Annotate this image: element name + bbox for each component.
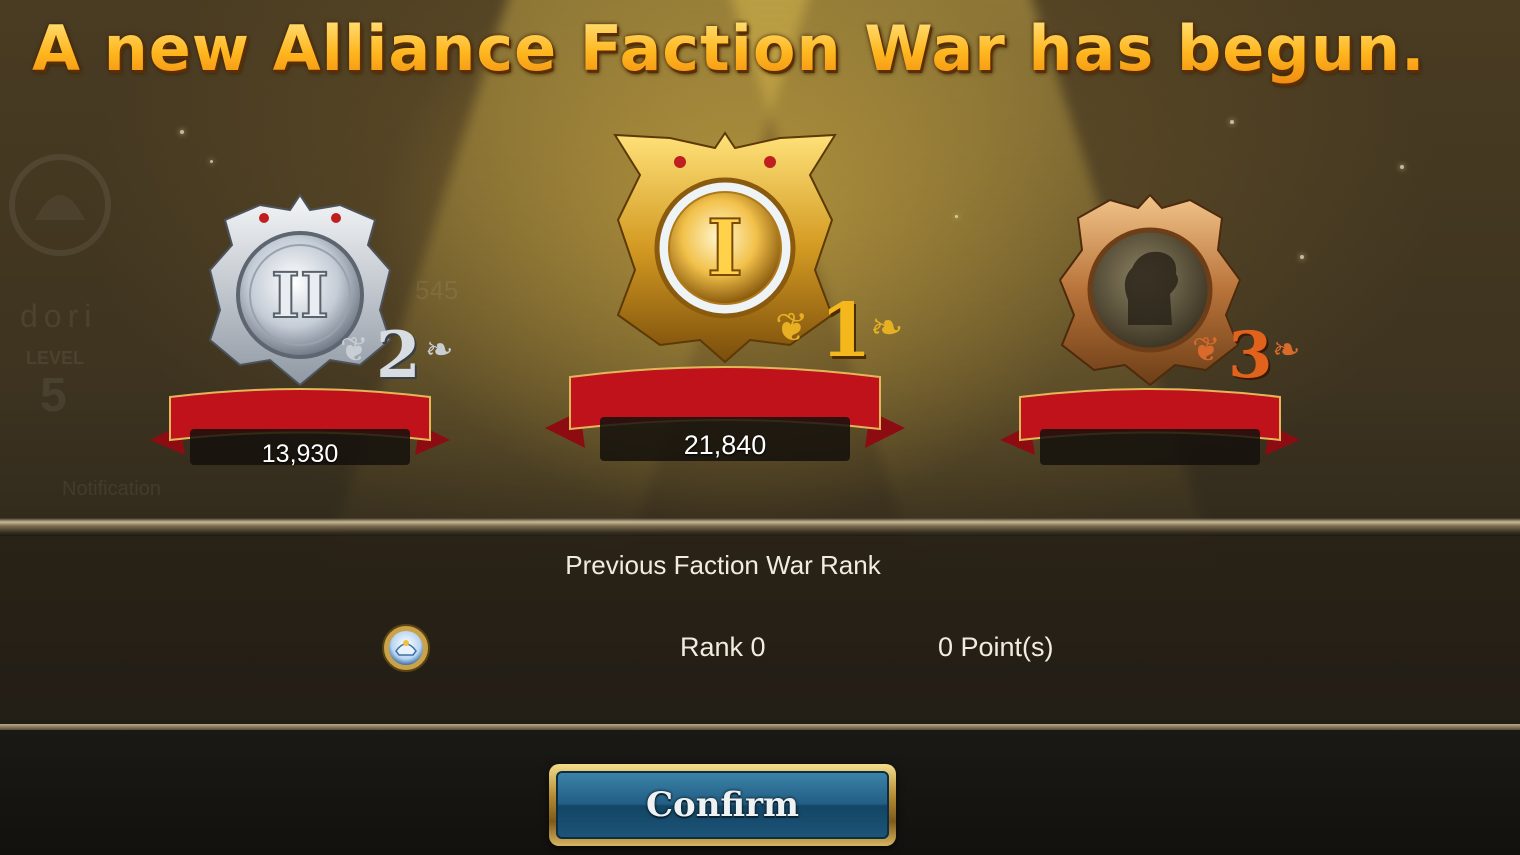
score-first-place: 21,840 xyxy=(683,430,767,460)
laurel-left-icon: ❦ xyxy=(340,330,369,370)
place-number-first: 1 xyxy=(820,288,872,374)
previous-rank-title: Previous Faction War Rank xyxy=(565,550,881,580)
previous-rank-value: Rank 0 xyxy=(680,632,766,662)
laurel-left-icon: ❦ xyxy=(1192,330,1221,370)
laurel-right-icon: ❧ xyxy=(1272,330,1301,370)
place-number-third: 3 xyxy=(1228,318,1273,393)
podium-third-place: ❦ 3 ❧ xyxy=(1000,190,1301,480)
ribbon-banner xyxy=(1000,388,1300,465)
score-second-place: 13,930 xyxy=(261,440,339,468)
laurel-right-icon: ❧ xyxy=(870,305,904,351)
laurel-left-icon: ❦ xyxy=(775,305,809,351)
confirm-button-face[interactable]: Confirm xyxy=(556,771,889,839)
background-level-value: 5 xyxy=(40,369,67,422)
sparkle xyxy=(1230,120,1234,124)
podium-second-place: II ❦ 2 ❧ 13,930 xyxy=(150,190,454,480)
sparkle xyxy=(210,160,213,163)
sparkle xyxy=(1300,255,1304,259)
silver-medal-icon: II xyxy=(208,193,392,387)
confirm-button-label: Confirm xyxy=(645,785,800,825)
sparkle xyxy=(1400,165,1404,169)
podium-first-place: I ❦ 1 ❧ 21,840 xyxy=(545,130,905,470)
background-emblem-icon xyxy=(9,154,111,256)
headline: A new Alliance Faction War has begun. xyxy=(32,12,1426,85)
faction-war-popup: dori LEVEL 5 545 Notification A new Alli… xyxy=(0,0,1520,855)
sparkle xyxy=(955,215,958,218)
section-divider xyxy=(0,518,1520,536)
alliance-crest-icon xyxy=(382,624,430,672)
background-level-label: LEVEL xyxy=(26,348,85,368)
background-player-name: dori xyxy=(20,298,98,334)
gold-medal-numeral: I xyxy=(707,203,744,294)
place-number-second: 2 xyxy=(376,318,421,393)
background-notification: Notification xyxy=(62,478,161,500)
confirm-button[interactable]: Confirm xyxy=(549,764,896,846)
previous-points-value: 0 Point(s) xyxy=(938,632,1054,662)
sparkle xyxy=(180,130,184,134)
silver-medal-numeral: II xyxy=(271,259,329,332)
laurel-right-icon: ❧ xyxy=(425,330,454,370)
